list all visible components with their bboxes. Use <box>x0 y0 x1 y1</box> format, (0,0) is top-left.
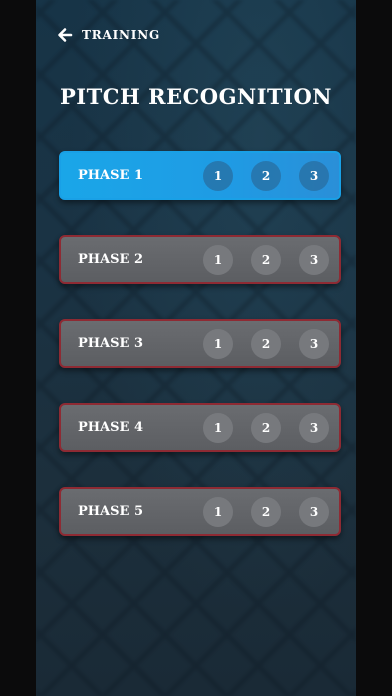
level-button-1[interactable]: 1 <box>203 496 233 527</box>
phase-card-5[interactable]: PHASE 5 1 2 3 <box>59 487 341 536</box>
back-label: TRAINING <box>82 28 161 42</box>
level-button-2[interactable]: 2 <box>251 328 281 359</box>
page-title: PITCH RECOGNITION <box>60 84 332 109</box>
phase-card-3[interactable]: PHASE 3 1 2 3 <box>59 319 341 368</box>
level-button-2[interactable]: 2 <box>251 412 281 443</box>
phase-card-4[interactable]: PHASE 4 1 2 3 <box>59 403 341 452</box>
level-button-1[interactable]: 1 <box>203 412 233 443</box>
level-button-2[interactable]: 2 <box>251 160 281 191</box>
level-button-3[interactable]: 3 <box>299 412 329 443</box>
level-button-3[interactable]: 3 <box>299 244 329 275</box>
arrow-left-icon <box>56 26 74 44</box>
level-button-1[interactable]: 1 <box>203 160 233 191</box>
level-button-3[interactable]: 3 <box>299 496 329 527</box>
phase-label: PHASE 5 <box>78 504 144 519</box>
phase-card-1[interactable]: PHASE 1 1 2 3 <box>59 151 341 200</box>
level-button-1[interactable]: 1 <box>203 244 233 275</box>
level-button-3[interactable]: 3 <box>299 328 329 359</box>
level-button-2[interactable]: 2 <box>251 496 281 527</box>
phase-label: PHASE 2 <box>78 252 144 267</box>
phase-label: PHASE 3 <box>78 336 144 351</box>
phase-label: PHASE 1 <box>78 168 144 183</box>
level-button-2[interactable]: 2 <box>251 244 281 275</box>
level-button-3[interactable]: 3 <box>299 160 329 191</box>
back-button[interactable]: TRAINING <box>56 24 160 46</box>
app-screen: TRAINING PITCH RECOGNITION PHASE 1 1 2 3… <box>36 0 356 696</box>
level-button-1[interactable]: 1 <box>203 328 233 359</box>
phase-label: PHASE 4 <box>78 420 144 435</box>
phase-card-2[interactable]: PHASE 2 1 2 3 <box>59 235 341 284</box>
